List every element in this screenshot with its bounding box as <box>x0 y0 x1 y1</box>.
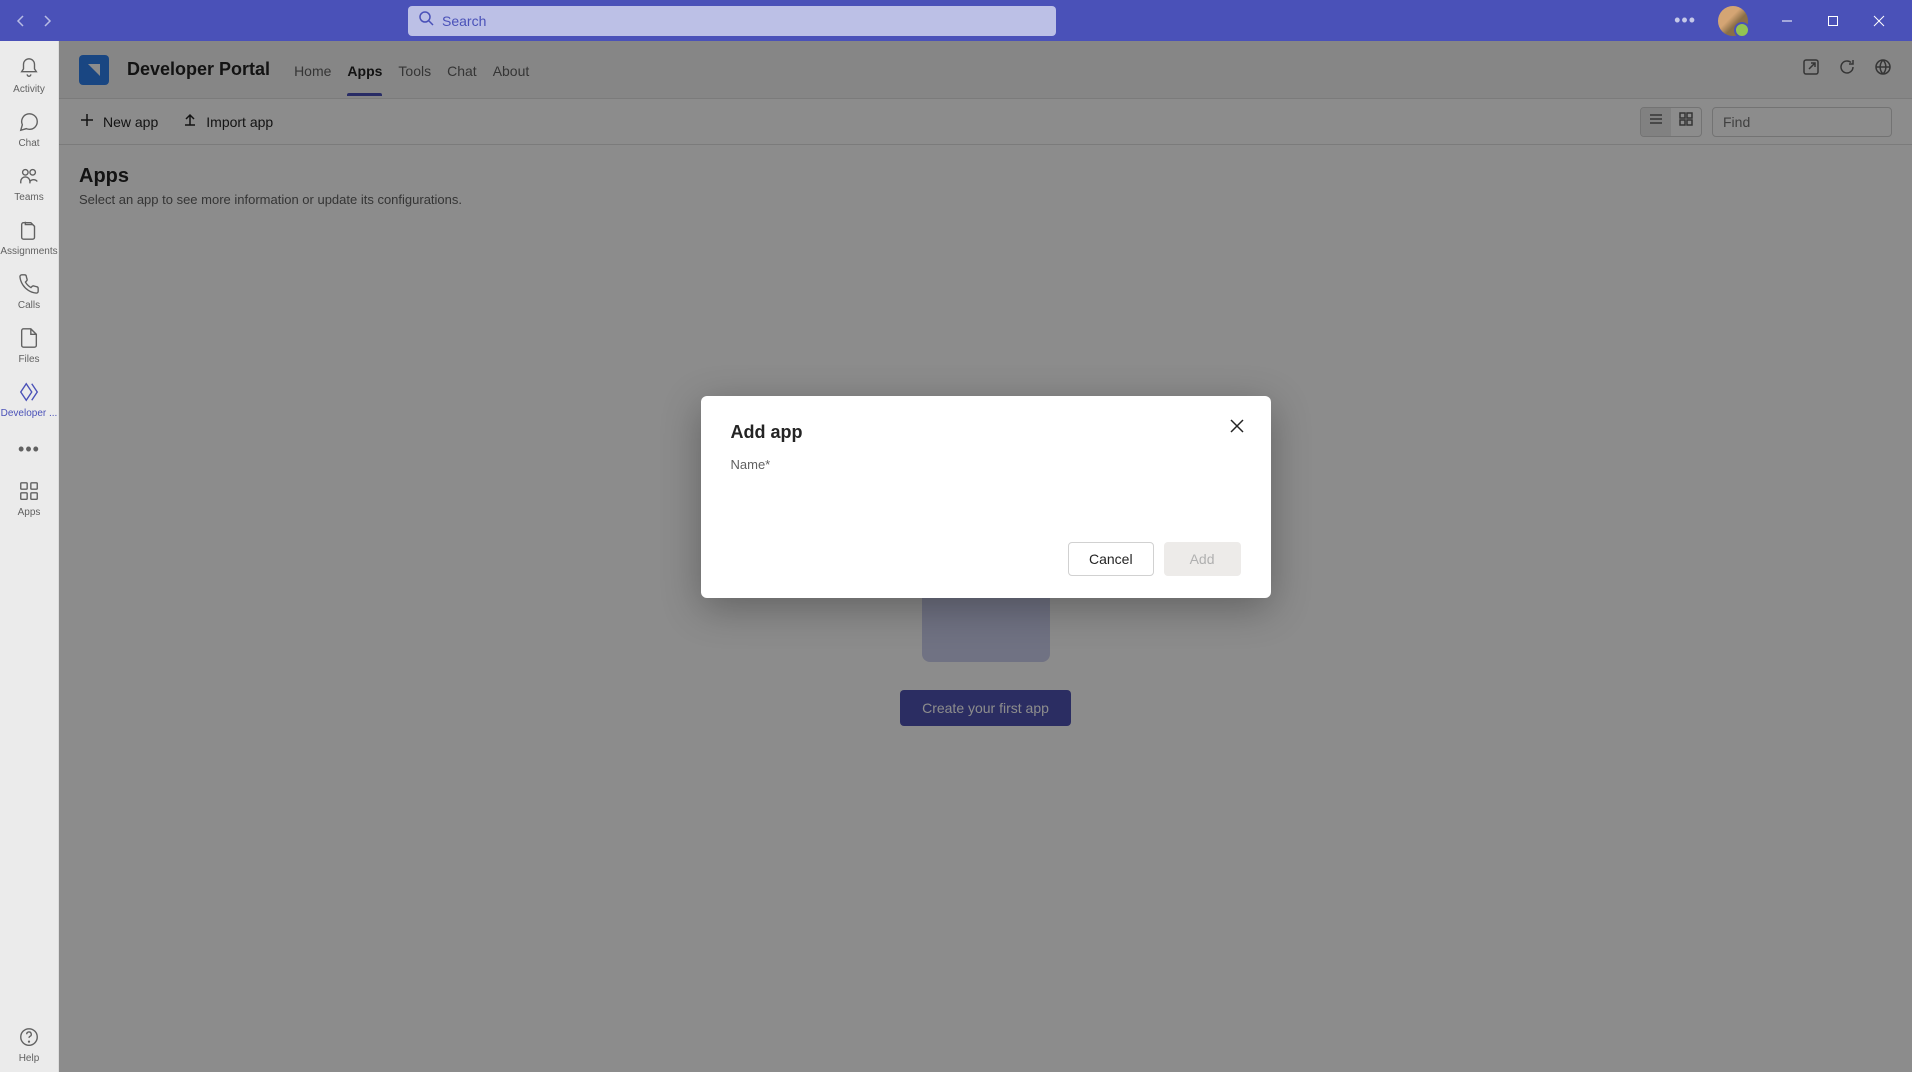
left-rail: Activity Chat Teams Assignments Calls <box>0 41 59 1072</box>
back-button[interactable] <box>14 14 28 28</box>
file-icon <box>18 327 40 352</box>
teams-icon <box>18 165 40 190</box>
rail-item-calls[interactable]: Calls <box>0 265 59 319</box>
rail-item-chat[interactable]: Chat <box>0 103 59 157</box>
rail-item-label: Chat <box>18 138 39 149</box>
rail-item-files[interactable]: Files <box>0 319 59 373</box>
rail-item-label: Developer ... <box>1 408 58 419</box>
rail-item-label: Help <box>19 1053 40 1064</box>
forward-button[interactable] <box>40 14 54 28</box>
rail-item-label: Apps <box>18 507 41 518</box>
rail-item-help[interactable]: Help <box>0 1018 59 1072</box>
rail-more-button[interactable]: ••• <box>18 427 40 472</box>
close-button[interactable] <box>1856 0 1902 41</box>
rail-item-developer-portal[interactable]: Developer ... <box>0 373 59 427</box>
rail-item-apps[interactable]: Apps <box>0 472 59 526</box>
title-bar: Search ••• <box>0 0 1912 41</box>
rail-item-label: Assignments <box>0 246 57 257</box>
modal-close-button[interactable] <box>1229 418 1245 439</box>
bell-icon <box>18 57 40 82</box>
help-icon <box>18 1026 40 1051</box>
search-placeholder: Search <box>442 13 486 29</box>
close-icon <box>1229 421 1245 438</box>
add-app-modal: Add app Name* Cancel Add <box>701 396 1271 598</box>
search-icon <box>418 10 434 31</box>
assignments-icon <box>18 219 40 244</box>
modal-backdrop[interactable]: Add app Name* Cancel Add <box>59 41 1912 1072</box>
name-field-label: Name* <box>731 457 1241 472</box>
minimize-button[interactable] <box>1764 0 1810 41</box>
rail-item-label: Teams <box>14 192 43 203</box>
more-options-button[interactable]: ••• <box>1668 10 1702 31</box>
rail-item-label: Files <box>18 354 39 365</box>
maximize-button[interactable] <box>1810 0 1856 41</box>
modal-footer: Cancel Add <box>731 542 1241 576</box>
window-controls <box>1764 0 1902 41</box>
rail-item-label: Activity <box>13 84 45 95</box>
rail-item-assignments[interactable]: Assignments <box>0 211 59 265</box>
rail-item-activity[interactable]: Activity <box>0 49 59 103</box>
phone-icon <box>18 273 40 298</box>
rail-item-label: Calls <box>18 300 40 311</box>
add-button[interactable]: Add <box>1164 542 1241 576</box>
cancel-button[interactable]: Cancel <box>1068 542 1154 576</box>
titlebar-right: ••• <box>1668 0 1912 41</box>
apps-icon <box>18 480 40 505</box>
content-area: Developer Portal Home Apps Tools Chat Ab… <box>59 41 1912 1072</box>
rail-item-teams[interactable]: Teams <box>0 157 59 211</box>
nav-arrow-group <box>0 14 68 28</box>
modal-title: Add app <box>731 422 1241 443</box>
user-avatar[interactable] <box>1718 6 1748 36</box>
chat-icon <box>18 111 40 136</box>
search-box[interactable]: Search <box>408 6 1056 36</box>
devportal-icon <box>18 381 40 406</box>
